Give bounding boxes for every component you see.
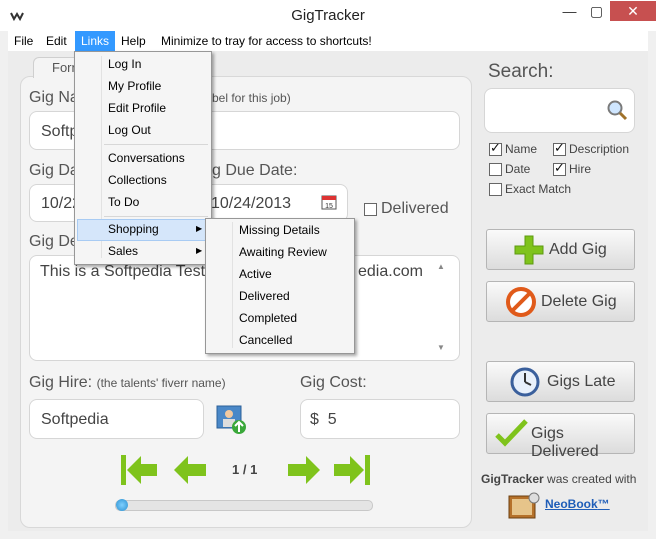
delivered-label: Delivered (381, 200, 449, 217)
search-icon[interactable] (606, 99, 628, 121)
add-gig-button[interactable]: Add Gig (486, 229, 635, 270)
menu-help[interactable]: Help (116, 31, 151, 51)
created-with-text: GigTracker was created with (481, 472, 637, 486)
search-description-checkbox[interactable] (553, 140, 566, 156)
plus-icon (514, 235, 544, 265)
search-name-label: Name (505, 142, 538, 156)
cost-currency: $ (310, 411, 319, 428)
menu-awaiting-review[interactable]: Awaiting Review (239, 241, 327, 263)
next-record-icon[interactable] (286, 453, 322, 487)
calendar-icon[interactable]: 15 (321, 194, 337, 210)
maximize-button[interactable]: ▢ (583, 1, 610, 21)
hire-label: Gig Hire: (the talents' fiverr name) (29, 374, 226, 391)
menu-edit-profile[interactable]: Edit Profile (108, 97, 166, 119)
record-slider-handle[interactable] (116, 499, 128, 511)
last-record-icon[interactable] (332, 453, 372, 487)
search-description-label: Description (569, 142, 630, 156)
menu-delivered[interactable]: Delivered (239, 285, 290, 307)
gigs-delivered-button[interactable]: Gigs Delivered (486, 413, 635, 460)
profile-upload-icon[interactable] (216, 405, 248, 435)
menu-collections[interactable]: Collections (108, 169, 167, 191)
search-exact-match-label: Exact Match (505, 182, 572, 196)
hire-hint: (the talents' fiverr name) (96, 376, 226, 390)
menu-file[interactable]: File (9, 31, 38, 51)
hire-field[interactable]: Softpedia (29, 399, 204, 439)
description-label: Gig De (29, 233, 79, 250)
minimize-button[interactable]: — (556, 1, 583, 21)
menu-my-profile[interactable]: My Profile (108, 75, 161, 97)
previous-record-icon[interactable] (172, 453, 208, 487)
search-label: Search: (488, 61, 554, 82)
cost-value: 5 (327, 411, 337, 428)
due-date-label: g Due Date: (212, 162, 298, 179)
menu-log-in[interactable]: Log In (108, 53, 141, 75)
gigs-delivered-label: Gigs Delivered (531, 425, 599, 460)
menu-hint-text: Minimize to tray for access to shortcuts… (161, 34, 372, 48)
first-record-icon[interactable] (119, 453, 159, 487)
search-hire-checkbox[interactable] (553, 160, 566, 176)
add-gig-label: Add Gig (549, 241, 607, 258)
description-text-left: This is a Softpedia Test (40, 263, 206, 280)
gigs-late-button[interactable]: Gigs Late (486, 361, 635, 402)
submenu-arrow-icon: ▶ (196, 246, 203, 255)
menu-shopping[interactable]: Shopping (108, 218, 159, 240)
checkmark-icon (495, 419, 528, 447)
delete-gig-label: Delete Gig (541, 293, 617, 310)
menu-to-do[interactable]: To Do (108, 191, 139, 213)
menu-edit[interactable]: Edit (41, 31, 72, 51)
record-slider[interactable] (115, 500, 373, 511)
menu-separator (104, 144, 208, 145)
menu-separator (104, 216, 208, 217)
pager-text: 1 / 1 (232, 462, 258, 477)
svg-text:15: 15 (325, 203, 333, 210)
delete-gig-button[interactable]: Delete Gig (486, 281, 635, 322)
menu-missing-details[interactable]: Missing Details (239, 219, 320, 241)
menu-active[interactable]: Active (239, 263, 272, 285)
menu-links[interactable]: Links (75, 31, 116, 51)
neobook-logo-icon (508, 492, 540, 519)
cost-field[interactable]: $ 5 (300, 399, 460, 439)
menu-cancelled[interactable]: Cancelled (239, 329, 292, 351)
menu-log-out[interactable]: Log Out (108, 119, 151, 141)
cost-label: Gig Cost: (300, 374, 367, 391)
menu-sales[interactable]: Sales (108, 240, 138, 262)
search-date-checkbox[interactable] (489, 163, 502, 176)
search-date-label: Date (505, 162, 531, 176)
scroll-up-arrow[interactable]: ▲ (437, 262, 445, 271)
gig-date-label: Gig Da (29, 162, 79, 179)
submenu-arrow-icon: ▶ (196, 224, 203, 233)
description-text-right: edia.com (358, 263, 423, 280)
menu-completed[interactable]: Completed (239, 307, 297, 329)
gig-name-hint: bel for this job) (212, 91, 291, 105)
search-name-checkbox[interactable] (489, 140, 502, 156)
gig-name-label: Gig Na (29, 89, 79, 106)
gigs-late-label: Gigs Late (547, 373, 616, 390)
menu-conversations[interactable]: Conversations (108, 147, 185, 169)
search-exact-match-checkbox[interactable] (489, 183, 502, 196)
neobook-link[interactable]: NeoBook™ (545, 497, 610, 511)
scroll-down-arrow[interactable]: ▼ (437, 343, 445, 352)
close-button[interactable]: ✕ (610, 1, 656, 21)
clock-icon (510, 367, 540, 397)
no-entry-icon (506, 287, 536, 317)
delivered-checkbox[interactable] (364, 203, 377, 216)
submenu-gutter-divider (232, 222, 233, 348)
search-hire-label: Hire (569, 162, 592, 176)
